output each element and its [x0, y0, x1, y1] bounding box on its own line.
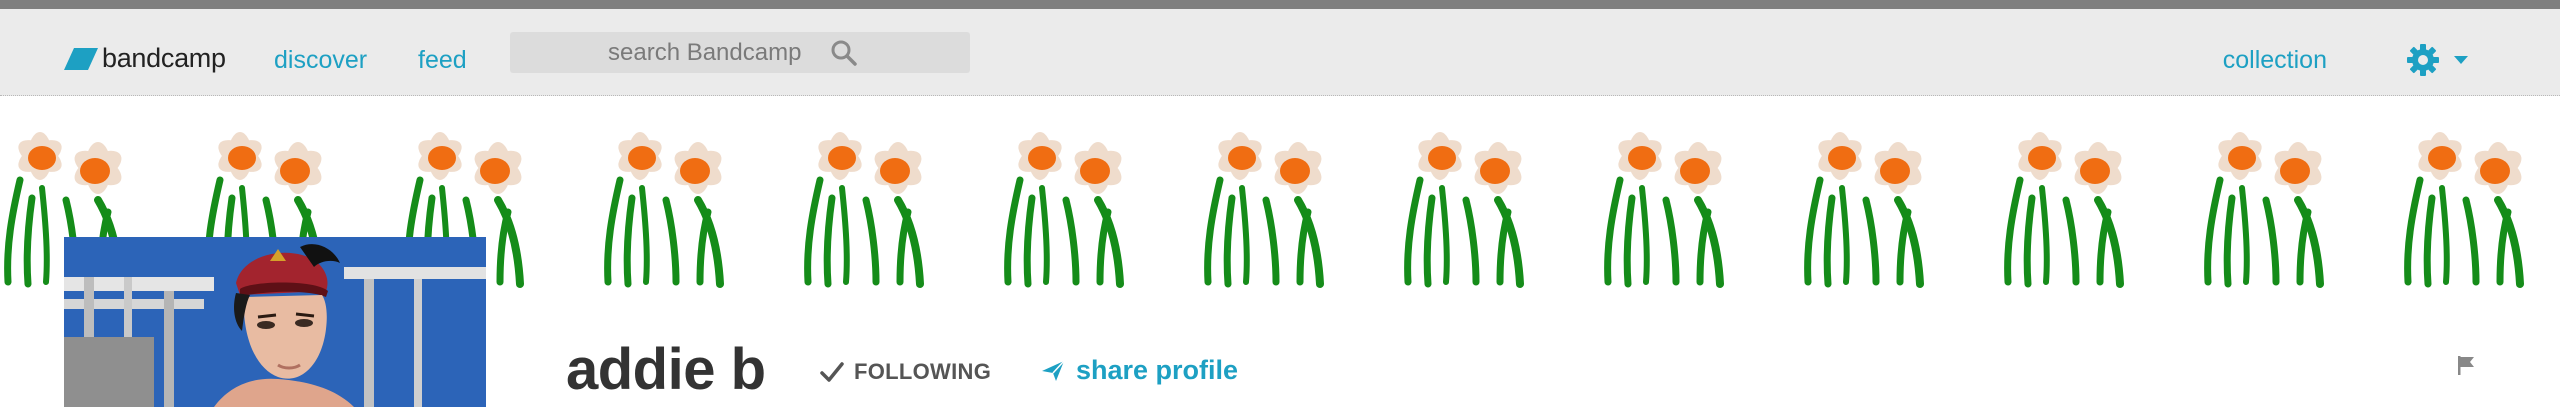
nav-discover-link[interactable]: discover [274, 46, 367, 75]
following-button[interactable]: FOLLOWING [820, 359, 991, 385]
share-icon [1042, 359, 1065, 381]
profile-avatar [64, 237, 486, 407]
chevron-down-icon[interactable] [2454, 56, 2468, 64]
search-box[interactable] [510, 32, 970, 73]
logo-text: bandcamp [102, 43, 226, 73]
flag-icon[interactable] [2456, 354, 2478, 376]
nav-feed-link[interactable]: feed [418, 46, 467, 75]
checkmark-icon [820, 362, 844, 382]
share-profile-label: share profile [1076, 355, 1239, 385]
following-label: FOLLOWING [854, 359, 992, 384]
top-strip [0, 0, 2560, 9]
search-input[interactable] [608, 38, 828, 67]
share-profile-button[interactable]: share profile [1040, 355, 1238, 386]
bandcamp-logo-icon [64, 47, 98, 70]
gear-icon[interactable] [2406, 43, 2440, 77]
search-icon[interactable] [830, 39, 858, 67]
bandcamp-logo[interactable]: bandcamp [64, 43, 226, 74]
profile-name: addie b [566, 337, 766, 402]
collection-link[interactable]: collection [2223, 46, 2327, 75]
site-header: bandcamp discover feed collection [0, 9, 2560, 96]
